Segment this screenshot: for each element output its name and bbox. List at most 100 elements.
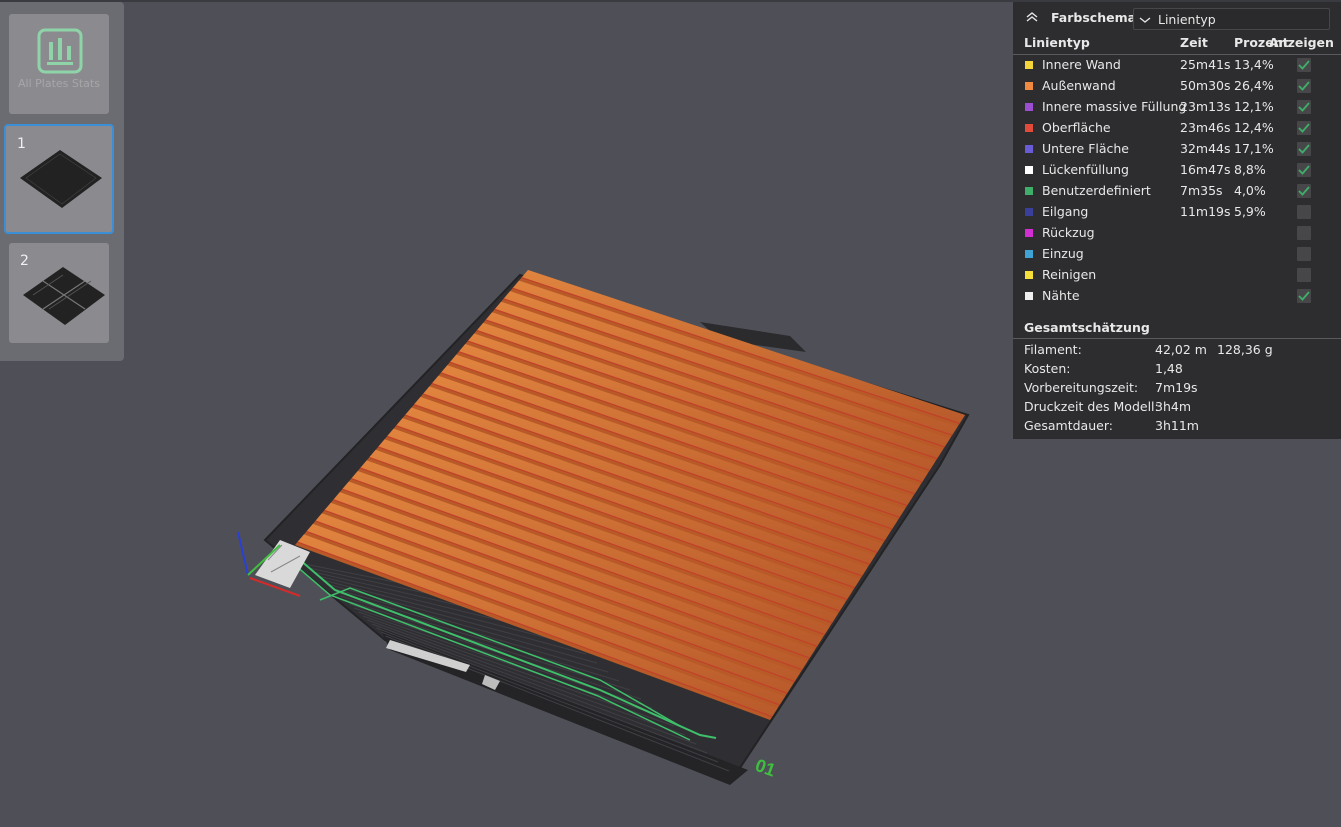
line-type-time: 23m13s bbox=[1180, 99, 1231, 114]
check-icon bbox=[1298, 102, 1310, 112]
check-icon bbox=[1298, 81, 1310, 91]
line-type-time: 11m19s bbox=[1180, 204, 1231, 219]
line-type-name: Lückenfüllung bbox=[1042, 162, 1129, 177]
plate-1-card[interactable]: 1 bbox=[4, 124, 114, 234]
legend-row: Rückzug bbox=[1013, 223, 1341, 244]
line-type-time: 25m41s bbox=[1180, 57, 1231, 72]
show-checkbox[interactable] bbox=[1297, 226, 1311, 240]
legend-row: Untere Fläche 32m44s 17,1% bbox=[1013, 139, 1341, 160]
line-type-percent: 5,9% bbox=[1234, 204, 1266, 219]
total-value: 1,48 bbox=[1155, 361, 1183, 376]
legend-row: Innere Wand 25m41s 13,4% bbox=[1013, 55, 1341, 76]
show-checkbox[interactable] bbox=[1297, 184, 1311, 198]
color-swatch bbox=[1025, 187, 1033, 195]
plate-2-card[interactable]: 2 bbox=[9, 243, 109, 343]
total-label: Kosten: bbox=[1024, 361, 1071, 376]
color-swatch bbox=[1025, 103, 1033, 111]
total-row: Vorbereitungszeit: 7m19s bbox=[1013, 378, 1341, 397]
line-type-name: Reinigen bbox=[1042, 267, 1097, 282]
show-checkbox[interactable] bbox=[1297, 205, 1311, 219]
color-swatch bbox=[1025, 271, 1033, 279]
legend-row: Eilgang 11m19s 5,9% bbox=[1013, 202, 1341, 223]
plate-2-thumbnail bbox=[23, 267, 105, 325]
color-swatch bbox=[1025, 124, 1033, 132]
show-checkbox[interactable] bbox=[1297, 121, 1311, 135]
legend-row: Innere massive Füllung 23m13s 12,1% bbox=[1013, 97, 1341, 118]
plate-number-label: 01 bbox=[753, 755, 779, 781]
color-swatch bbox=[1025, 82, 1033, 90]
line-type-percent: 12,4% bbox=[1234, 120, 1274, 135]
color-swatch bbox=[1025, 292, 1033, 300]
line-type-name: Eilgang bbox=[1042, 204, 1089, 219]
show-checkbox[interactable] bbox=[1297, 247, 1311, 261]
color-scheme-label: Farbschema bbox=[1051, 10, 1137, 25]
color-swatch bbox=[1025, 166, 1033, 174]
line-type-name: Einzug bbox=[1042, 246, 1084, 261]
collapse-up-icon[interactable] bbox=[1025, 10, 1039, 24]
line-type-name: Oberfläche bbox=[1042, 120, 1111, 135]
total-row: Kosten: 1,48 bbox=[1013, 359, 1341, 378]
total-value: 3h11m bbox=[1155, 418, 1199, 433]
show-checkbox[interactable] bbox=[1297, 79, 1311, 93]
header-time: Zeit bbox=[1180, 35, 1208, 50]
header-show: Anzeigen bbox=[1269, 35, 1334, 50]
legend-row: Außenwand 50m30s 26,4% bbox=[1013, 76, 1341, 97]
line-type-percent: 26,4% bbox=[1234, 78, 1274, 93]
all-plates-stats-label: All Plates Stats bbox=[18, 77, 100, 90]
total-label: Druckzeit des Modell: bbox=[1024, 399, 1159, 414]
legend-row: Reinigen bbox=[1013, 265, 1341, 286]
line-type-percent: 12,1% bbox=[1234, 99, 1274, 114]
line-type-percent: 8,8% bbox=[1234, 162, 1266, 177]
total-label: Vorbereitungszeit: bbox=[1024, 380, 1139, 395]
line-type-time: 7m35s bbox=[1180, 183, 1223, 198]
legend-row: Nähte bbox=[1013, 286, 1341, 307]
line-type-percent: 4,0% bbox=[1234, 183, 1266, 198]
total-value: 7m19s bbox=[1155, 380, 1198, 395]
total-value: 42,02 m bbox=[1155, 342, 1207, 357]
line-type-name: Nähte bbox=[1042, 288, 1080, 303]
line-type-time: 16m47s bbox=[1180, 162, 1231, 177]
total-estimate-title: Gesamtschätzung bbox=[1024, 320, 1150, 335]
line-type-time: 50m30s bbox=[1180, 78, 1231, 93]
line-type-time: 32m44s bbox=[1180, 141, 1231, 156]
legend-row: Lückenfüllung 16m47s 8,8% bbox=[1013, 160, 1341, 181]
color-swatch bbox=[1025, 145, 1033, 153]
line-type-name: Untere Fläche bbox=[1042, 141, 1129, 156]
total-value-secondary: 128,36 g bbox=[1217, 342, 1273, 357]
line-type-name: Innere massive Füllung bbox=[1042, 99, 1187, 114]
line-type-percent: 13,4% bbox=[1234, 57, 1274, 72]
show-checkbox[interactable] bbox=[1297, 58, 1311, 72]
total-row: Filament: 42,02 m 128,36 g bbox=[1013, 340, 1341, 359]
legend-header: Farbschema Linientyp bbox=[1013, 2, 1341, 32]
legend-row: Einzug bbox=[1013, 244, 1341, 265]
line-type-name: Außenwand bbox=[1042, 78, 1116, 93]
check-icon bbox=[1298, 291, 1310, 301]
show-checkbox[interactable] bbox=[1297, 142, 1311, 156]
all-plates-stats-card[interactable]: All Plates Stats bbox=[9, 14, 109, 114]
plate-sidebar: All Plates Stats 1 2 bbox=[0, 2, 124, 361]
check-icon bbox=[1298, 186, 1310, 196]
total-value: 3h4m bbox=[1155, 399, 1192, 414]
plate-1-thumbnail bbox=[20, 150, 102, 208]
line-type-name: Rückzug bbox=[1042, 225, 1095, 240]
show-checkbox[interactable] bbox=[1297, 100, 1311, 114]
check-icon bbox=[1298, 60, 1310, 70]
color-swatch bbox=[1025, 229, 1033, 237]
z-axis bbox=[237, 531, 249, 576]
legend-row: Oberfläche 23m46s 12,4% bbox=[1013, 118, 1341, 139]
total-label: Filament: bbox=[1024, 342, 1082, 357]
stats-chart-icon bbox=[37, 28, 83, 74]
color-swatch bbox=[1025, 208, 1033, 216]
line-type-time: 23m46s bbox=[1180, 120, 1231, 135]
line-type-name: Innere Wand bbox=[1042, 57, 1121, 72]
total-row: Gesamtdauer: 3h11m bbox=[1013, 416, 1341, 435]
color-scheme-value: Linientyp bbox=[1158, 12, 1216, 27]
show-checkbox[interactable] bbox=[1297, 289, 1311, 303]
line-type-percent: 17,1% bbox=[1234, 141, 1274, 156]
check-icon bbox=[1298, 165, 1310, 175]
color-scheme-select[interactable]: Linientyp bbox=[1133, 8, 1330, 30]
check-icon bbox=[1298, 123, 1310, 133]
header-line-type: Linientyp bbox=[1024, 35, 1090, 50]
show-checkbox[interactable] bbox=[1297, 268, 1311, 282]
show-checkbox[interactable] bbox=[1297, 163, 1311, 177]
